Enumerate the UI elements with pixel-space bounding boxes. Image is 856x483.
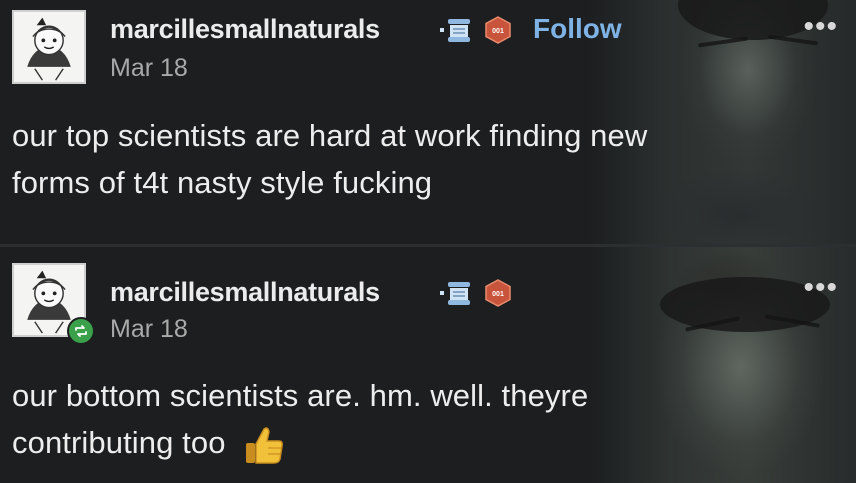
badge-row: 001 <box>438 279 512 307</box>
avatar-icon <box>14 12 84 82</box>
scroll-badge-icon[interactable] <box>438 16 474 44</box>
thumbs-up-icon <box>246 427 284 464</box>
badge-row: 001 <box>438 16 512 44</box>
post-body: our bottom scientists are. hm. well. the… <box>12 372 832 467</box>
post-line: forms of t4t nasty style fucking <box>12 165 433 200</box>
more-options-button[interactable]: ••• <box>803 273 838 303</box>
scroll-badge-icon[interactable] <box>438 279 474 307</box>
post-line: contributing too <box>12 425 226 460</box>
username[interactable]: marcillesmallnaturals <box>110 277 380 308</box>
follow-button[interactable]: Follow <box>533 13 622 45</box>
post-date[interactable]: Mar 18 <box>110 315 188 344</box>
username[interactable]: marcillesmallnaturals <box>110 14 380 45</box>
post-date[interactable]: Mar 18 <box>110 54 188 83</box>
post-line-with-emoji: contributing too <box>12 419 832 467</box>
post-line: our bottom scientists are. hm. well. the… <box>12 378 589 413</box>
more-options-button[interactable]: ••• <box>803 12 838 42</box>
post-line: our top scientists are hard at work find… <box>12 118 648 153</box>
portrait-brow-right <box>765 314 820 328</box>
post-2: marcillesmallnaturals Mar 18 001 ••• our… <box>0 247 856 483</box>
svg-text:001: 001 <box>492 28 504 35</box>
post-1: marcillesmallnaturals Mar 18 001 Follow … <box>0 0 856 244</box>
reblog-icon <box>75 325 87 337</box>
post-body: our top scientists are hard at work find… <box>12 112 832 206</box>
avatar[interactable] <box>12 10 86 84</box>
reblog-badge <box>67 317 95 345</box>
portrait-brow-left <box>685 316 740 332</box>
hex-badge-icon[interactable]: 001 <box>484 16 512 44</box>
portrait-brow-left <box>697 36 749 48</box>
hex-badge-icon[interactable]: 001 <box>484 279 512 307</box>
svg-text:001: 001 <box>492 291 504 298</box>
